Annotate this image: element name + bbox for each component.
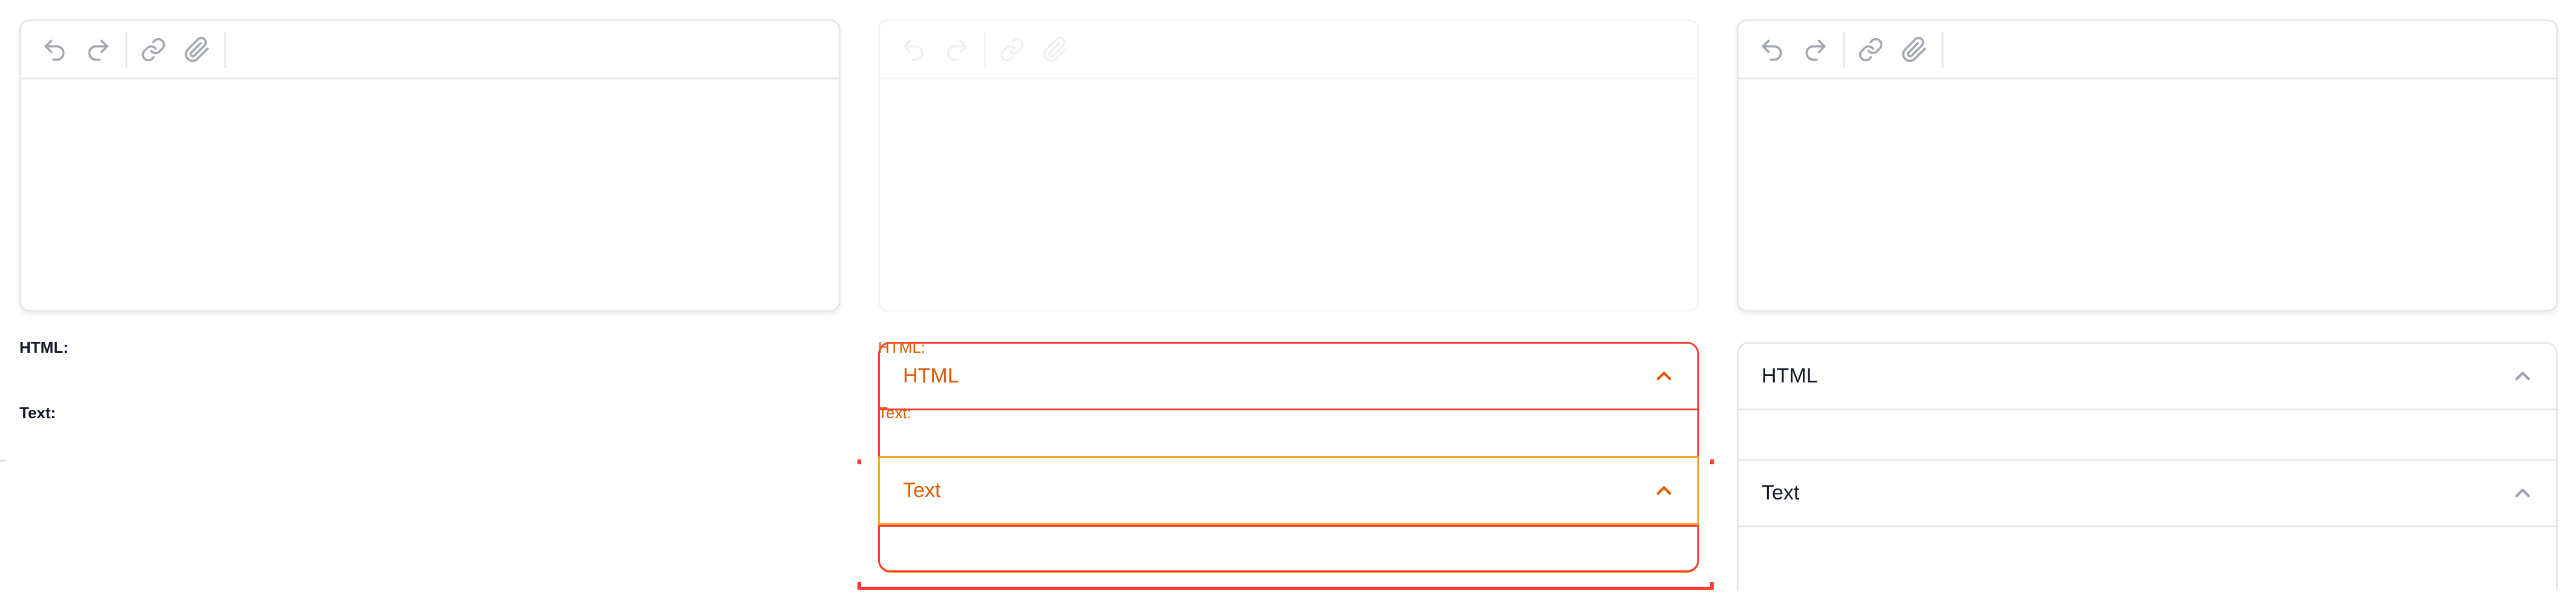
editor-content-area[interactable] bbox=[1739, 79, 2556, 310]
link-icon bbox=[1859, 38, 1883, 61]
editor-toolbar bbox=[1739, 21, 2556, 79]
text-section: Text bbox=[878, 456, 1699, 573]
chevron-up-icon bbox=[1654, 481, 1674, 501]
attachment-button[interactable] bbox=[1038, 32, 1073, 67]
html-section-header[interactable]: HTML bbox=[1739, 344, 2556, 410]
debug-guide bbox=[857, 582, 861, 590]
undo-button[interactable] bbox=[37, 32, 72, 67]
html-section-title: HTML bbox=[903, 364, 959, 387]
rich-text-editor bbox=[1737, 19, 2558, 312]
text-section-title: Text bbox=[903, 479, 941, 502]
html-section-content bbox=[880, 410, 1697, 458]
paperclip-icon bbox=[1043, 36, 1068, 62]
redo-icon bbox=[1805, 39, 1826, 61]
html-section-title: HTML bbox=[1762, 364, 1818, 387]
html-section-header[interactable]: HTML bbox=[880, 344, 1697, 410]
link-icon bbox=[141, 38, 166, 61]
link-button[interactable] bbox=[136, 32, 171, 67]
link-icon bbox=[1000, 38, 1024, 61]
panel-left: HTML: Text: bbox=[19, 0, 840, 594]
edge-artifact bbox=[0, 459, 6, 462]
redo-button[interactable] bbox=[81, 32, 116, 67]
text-section-header[interactable]: Text bbox=[1739, 461, 2556, 527]
editor-toolbar bbox=[21, 21, 839, 79]
html-section: HTML bbox=[1737, 342, 2558, 461]
html-output-label: HTML: bbox=[19, 338, 69, 356]
undo-button[interactable] bbox=[896, 32, 931, 67]
debug-guide bbox=[1710, 459, 1714, 464]
chevron-up-icon bbox=[2512, 366, 2533, 387]
rich-text-editor bbox=[19, 19, 840, 312]
attachment-button[interactable] bbox=[179, 32, 215, 67]
redo-icon bbox=[88, 39, 109, 61]
chevron-up-icon bbox=[1654, 366, 1674, 387]
debug-guide bbox=[1710, 582, 1714, 590]
toolbar-divider bbox=[224, 31, 226, 68]
paperclip-icon bbox=[1902, 36, 1927, 62]
chevron-up-icon bbox=[2512, 483, 2533, 504]
undo-button[interactable] bbox=[1754, 32, 1789, 67]
editor-content-area[interactable] bbox=[880, 79, 1697, 310]
link-button[interactable] bbox=[995, 32, 1030, 67]
toolbar-divider bbox=[126, 31, 127, 68]
text-section-title: Text bbox=[1762, 481, 1800, 504]
debug-guide bbox=[857, 459, 861, 464]
panel-right: HTML Text bbox=[1737, 0, 2558, 594]
html-section-content bbox=[1739, 410, 2556, 458]
text-section-content bbox=[878, 525, 1699, 572]
rich-text-editor-ghost bbox=[878, 19, 1699, 312]
text-output-label: Text: bbox=[19, 404, 56, 422]
toolbar-divider bbox=[1843, 31, 1845, 68]
text-section-content bbox=[1739, 527, 2556, 575]
link-button[interactable] bbox=[1853, 32, 1888, 67]
editor-content-area[interactable] bbox=[21, 79, 839, 310]
undo-icon bbox=[903, 39, 924, 61]
html-section: HTML bbox=[878, 342, 1699, 458]
text-section-header[interactable]: Text bbox=[880, 458, 1697, 525]
text-section: Text bbox=[1737, 459, 2558, 591]
panel-middle: HTML Text HTML: Text: bbox=[857, 0, 1714, 594]
attachment-button[interactable] bbox=[1897, 32, 1932, 67]
toolbar-divider bbox=[1942, 31, 1944, 68]
editor-toolbar bbox=[880, 21, 1697, 79]
html-output-label: HTML: bbox=[878, 338, 925, 356]
redo-icon bbox=[947, 39, 967, 61]
redo-button[interactable] bbox=[1798, 32, 1833, 67]
text-output-label: Text: bbox=[878, 404, 911, 422]
debug-guide bbox=[857, 587, 1714, 590]
toolbar-divider bbox=[984, 31, 986, 68]
undo-icon bbox=[44, 39, 65, 61]
paperclip-icon bbox=[184, 36, 209, 62]
redo-button[interactable] bbox=[939, 32, 974, 67]
undo-icon bbox=[1762, 39, 1782, 61]
